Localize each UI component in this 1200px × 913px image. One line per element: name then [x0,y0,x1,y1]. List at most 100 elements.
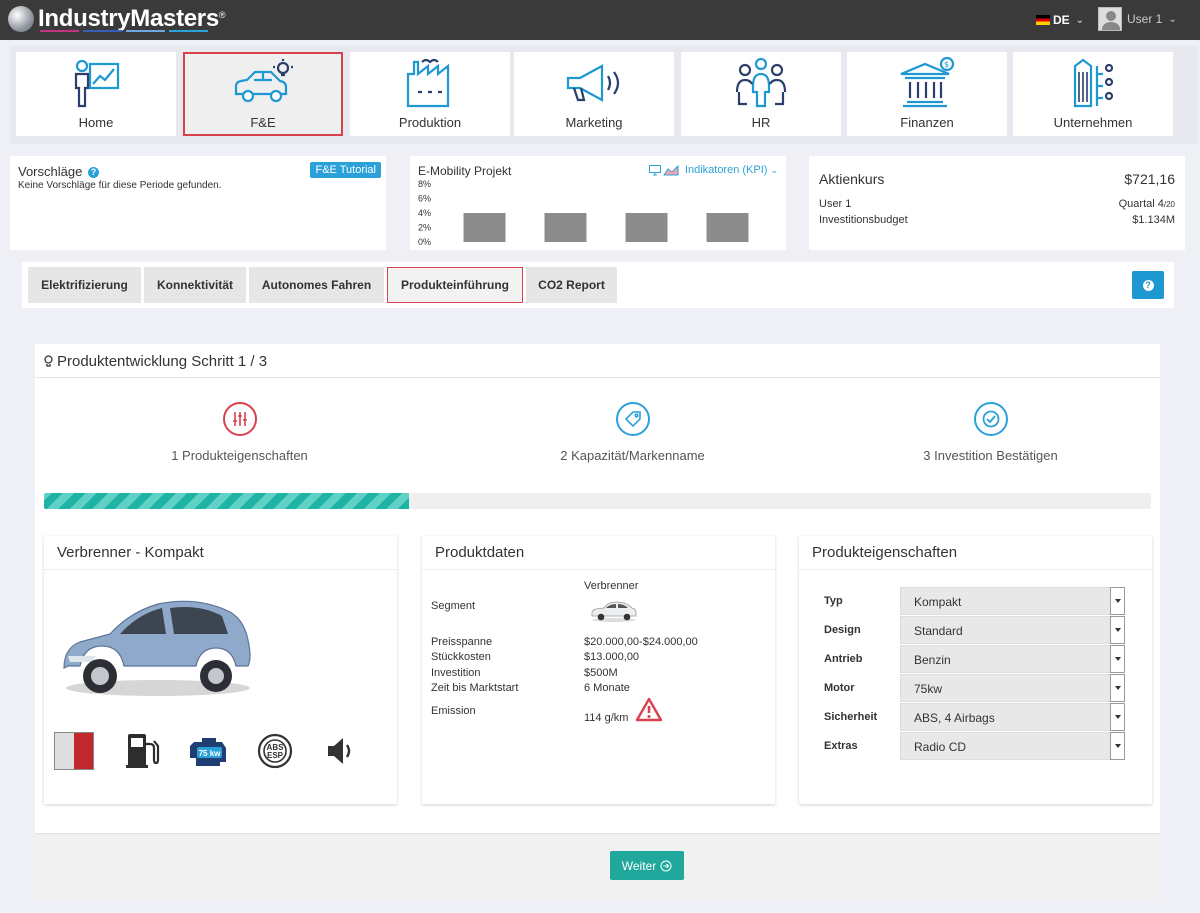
chart-bar [625,213,668,242]
svg-text:$: $ [944,60,949,69]
tab-produkteinfuehrung[interactable]: Produkteinführung [387,267,523,303]
safety-label: Sicherheit [824,711,878,723]
chart-bar [544,213,587,242]
extras-select[interactable]: Radio CD [900,732,1125,760]
small-car-icon [591,601,637,622]
price-range-label: Preisspanne [431,636,493,648]
budget-label: Investitionsbudget [819,214,908,226]
language-selector[interactable]: DE ⌄ [1036,13,1084,27]
car-idea-icon [234,59,293,103]
quarter-info: Quartal 4/20 [1118,198,1175,210]
stock-panel: Aktienkurs $721,16 User 1 Quartal 4/20 I… [809,156,1185,250]
dropdown-arrow-icon[interactable] [1110,616,1125,644]
product-properties-title: Produkteigenschaften [799,536,1152,570]
arrow-right-circle-icon [660,860,672,871]
esp-label: ESP [267,751,284,760]
tab-konnektivitaet[interactable]: Konnektivität [144,267,246,303]
fuel-pump-icon[interactable] [124,732,162,770]
help-icon[interactable]: ? [87,167,99,178]
time-to-market-value: 6 Monate [584,682,630,694]
emobility-panel: E-Mobility Projekt Indikatoren (KPI) ⌄ 8… [410,156,786,250]
nav-tile-label: Marketing [565,115,623,130]
nav-tile-marketing[interactable]: Marketing [514,52,674,136]
nav-tile-label: Home [78,115,114,130]
abs-esp-icon[interactable]: ABS ESP [256,732,294,770]
home-chart-icon [74,59,120,108]
product-properties-card: Produkteigenschaften Typ Kompakt Design … [799,536,1152,804]
product-title: Verbrenner - Kompakt [44,536,397,570]
nav-tile-unternehmen[interactable]: Unternehmen [1013,52,1173,136]
paint-swatch-icon[interactable] [54,732,94,770]
budget-value: $1.134M [1132,214,1175,226]
dropdown-arrow-icon[interactable] [1110,645,1125,673]
dropdown-arrow-icon[interactable] [1110,674,1125,702]
segment-label: Segment [431,600,476,612]
step-3[interactable]: 3 Investition Bestätigen [873,402,1108,463]
next-button[interactable]: Weiter [610,851,684,880]
wizard-progress-bar [44,493,1151,509]
motor-select[interactable]: 75kw [900,674,1125,702]
emission-label: Emission [431,705,476,717]
question-icon: ? [1142,279,1154,291]
emission-value: 114 g/km [584,712,629,724]
nav-tile-label: F&E [250,115,276,130]
progress-fill [44,493,410,509]
step-2[interactable]: 2 Kapazität/Markenname [515,402,750,463]
logo-text: IndustryMasters [38,5,219,32]
nav-tile-hr[interactable]: HR [681,52,841,136]
dropdown-arrow-icon[interactable] [1110,703,1125,731]
factory-icon [406,58,450,108]
y-tick-label: 8% [418,179,431,189]
german-flag-icon [1036,15,1050,25]
wizard-header: Produktentwicklung Schritt 1 / 3 [35,344,1160,378]
user-name: User 1 [1127,12,1163,26]
suggestions-text: Keine Vorschläge für diese Periode gefun… [18,180,222,191]
nav-tile-label: Produktion [398,115,462,130]
drive-select[interactable]: Benzin [900,645,1125,673]
product-wizard: Produktentwicklung Schritt 1 / 3 1 Produ… [35,344,1160,900]
nav-tile-label: HR [751,115,771,130]
y-tick-label: 4% [418,208,431,218]
safety-select[interactable]: ABS, 4 Airbags [900,703,1125,731]
drive-label: Antrieb [824,653,863,665]
tab-autonomes-fahren[interactable]: Autonomes Fahren [249,267,384,303]
step-1[interactable]: 1 Produkteigenschaften [122,402,357,463]
nav-tile-produktion[interactable]: Produktion [350,52,510,136]
nav-tile-home[interactable]: Home [16,52,176,136]
help-button[interactable]: ? [1132,271,1164,299]
tutorial-button[interactable]: F&E Tutorial [310,162,381,178]
y-tick-label: 6% [418,194,431,204]
globe-logo-icon [8,6,34,32]
emobility-chart: 8% 6% 4% 2% 0% [418,179,749,247]
product-data-title: Produktdaten [422,536,775,570]
dropdown-arrow-icon[interactable] [1110,587,1125,615]
design-select[interactable]: Standard [900,616,1125,644]
product-data-card: Produktdaten Verbrenner Segment Preisspa… [422,536,775,804]
tag-icon [624,411,641,428]
tab-elektrifizierung[interactable]: Elektrifizierung [28,267,141,303]
stock-user: User 1 [819,198,852,210]
extras-label: Extras [824,740,858,752]
dropdown-arrow-icon[interactable] [1110,732,1125,760]
nav-tile-finanzen[interactable]: $ Finanzen [847,52,1007,136]
tab-co2-report[interactable]: CO2 Report [526,267,617,303]
time-to-market-label: Zeit bis Marktstart [431,682,519,694]
building-icon [1073,58,1114,108]
engine-icon[interactable]: 75 kw [190,732,230,770]
price-range-value: $20.000,00-$24.000,00 [584,636,698,648]
lightbulb-icon [44,355,53,367]
investment-value: $500M [584,667,618,679]
type-select[interactable]: Kompakt [900,587,1125,615]
speaker-icon[interactable] [322,732,360,770]
chart-bar [706,213,749,242]
user-menu[interactable]: User 1 ⌄ [1098,7,1177,31]
chart-bar [463,213,506,242]
investment-label: Investition [431,667,481,679]
stock-title: Aktienkurs [819,171,885,187]
nav-tile-fe[interactable]: F&E [183,52,343,136]
top-bar: IndustryMasters ® DE ⌄ User 1 ⌄ [0,0,1200,40]
bank-icon: $ [900,56,955,108]
design-label: Design [824,624,861,636]
main-navigation: Home F&E Produktion Marketing HR $ Finan… [10,46,1198,144]
wizard-footer: Weiter [35,833,1160,900]
